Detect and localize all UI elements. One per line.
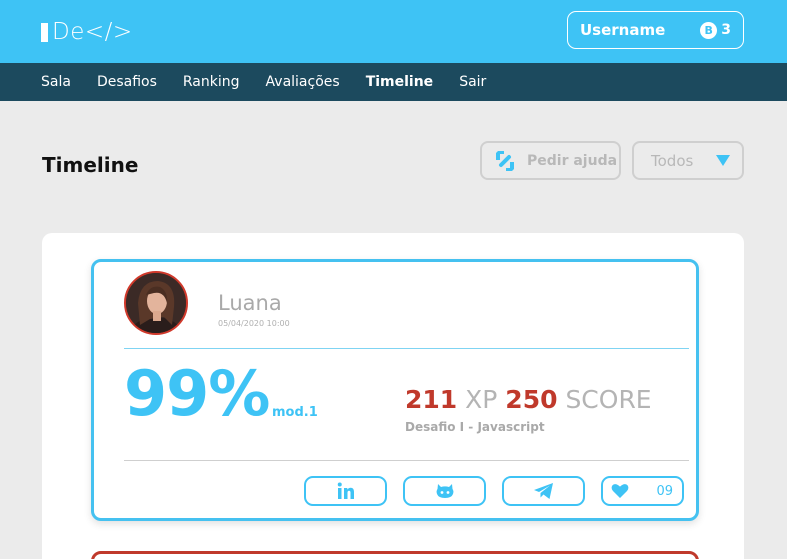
timeline-card: Luana 05/04/2020 10:00 99% mod.1 211 XP …: [91, 259, 699, 521]
telegram-icon: [533, 483, 553, 499]
app-logo[interactable]: De</>: [41, 20, 133, 44]
score-label: SCORE: [565, 385, 652, 414]
like-button[interactable]: 09: [601, 476, 684, 506]
nav-item-desafios[interactable]: Desafios: [97, 74, 157, 90]
nav-item-timeline[interactable]: Timeline: [366, 74, 434, 90]
xp-value: 211: [405, 385, 458, 414]
xp-label: XP: [465, 385, 498, 414]
chevron-down-icon: [716, 155, 730, 166]
avatar-image: [126, 273, 186, 333]
heart-icon: [611, 484, 629, 498]
nav-item-sala[interactable]: Sala: [41, 74, 71, 90]
help-handshake-icon: [496, 150, 514, 171]
filter-select[interactable]: Todos: [632, 141, 744, 180]
help-button-label: Pedir ajuda: [527, 152, 618, 169]
post-date: 05/04/2020 10:00: [218, 319, 290, 328]
top-bar: De</> Username B 3: [0, 0, 787, 63]
github-button[interactable]: [403, 476, 486, 506]
divider: [124, 460, 689, 461]
coin-count: 3: [721, 22, 731, 38]
filter-select-value: Todos: [651, 151, 694, 170]
page-title: Timeline: [42, 153, 139, 177]
divider: [124, 348, 689, 349]
post-user-name[interactable]: Luana: [218, 291, 282, 315]
like-count: 09: [656, 484, 673, 499]
linkedin-icon: [337, 482, 354, 499]
nav-item-sair[interactable]: Sair: [459, 74, 486, 90]
github-icon: [436, 484, 453, 498]
score-value: 250: [505, 385, 558, 414]
module-label: mod.1: [272, 405, 318, 420]
telegram-button[interactable]: [502, 476, 585, 506]
help-button[interactable]: Pedir ajuda: [480, 141, 621, 180]
logo-text: De</>: [52, 18, 133, 45]
user-menu-button[interactable]: Username B 3: [567, 11, 744, 49]
nav-item-avaliacoes[interactable]: Avaliações: [266, 74, 340, 90]
avatar[interactable]: [124, 271, 188, 335]
logo-bar: [41, 22, 48, 42]
nav-item-ranking[interactable]: Ranking: [183, 74, 240, 90]
username-label: Username: [580, 21, 666, 39]
linkedin-button[interactable]: [304, 476, 387, 506]
stats-line: 211 XP 250 SCORE: [405, 387, 652, 412]
coin-icon: B: [700, 21, 718, 39]
timeline-card: [91, 551, 699, 559]
challenge-name: Desafio I - Javascript: [405, 420, 545, 434]
progress-percent: 99%: [124, 357, 270, 430]
main-nav: Sala Desafios Ranking Avaliações Timelin…: [0, 63, 787, 101]
